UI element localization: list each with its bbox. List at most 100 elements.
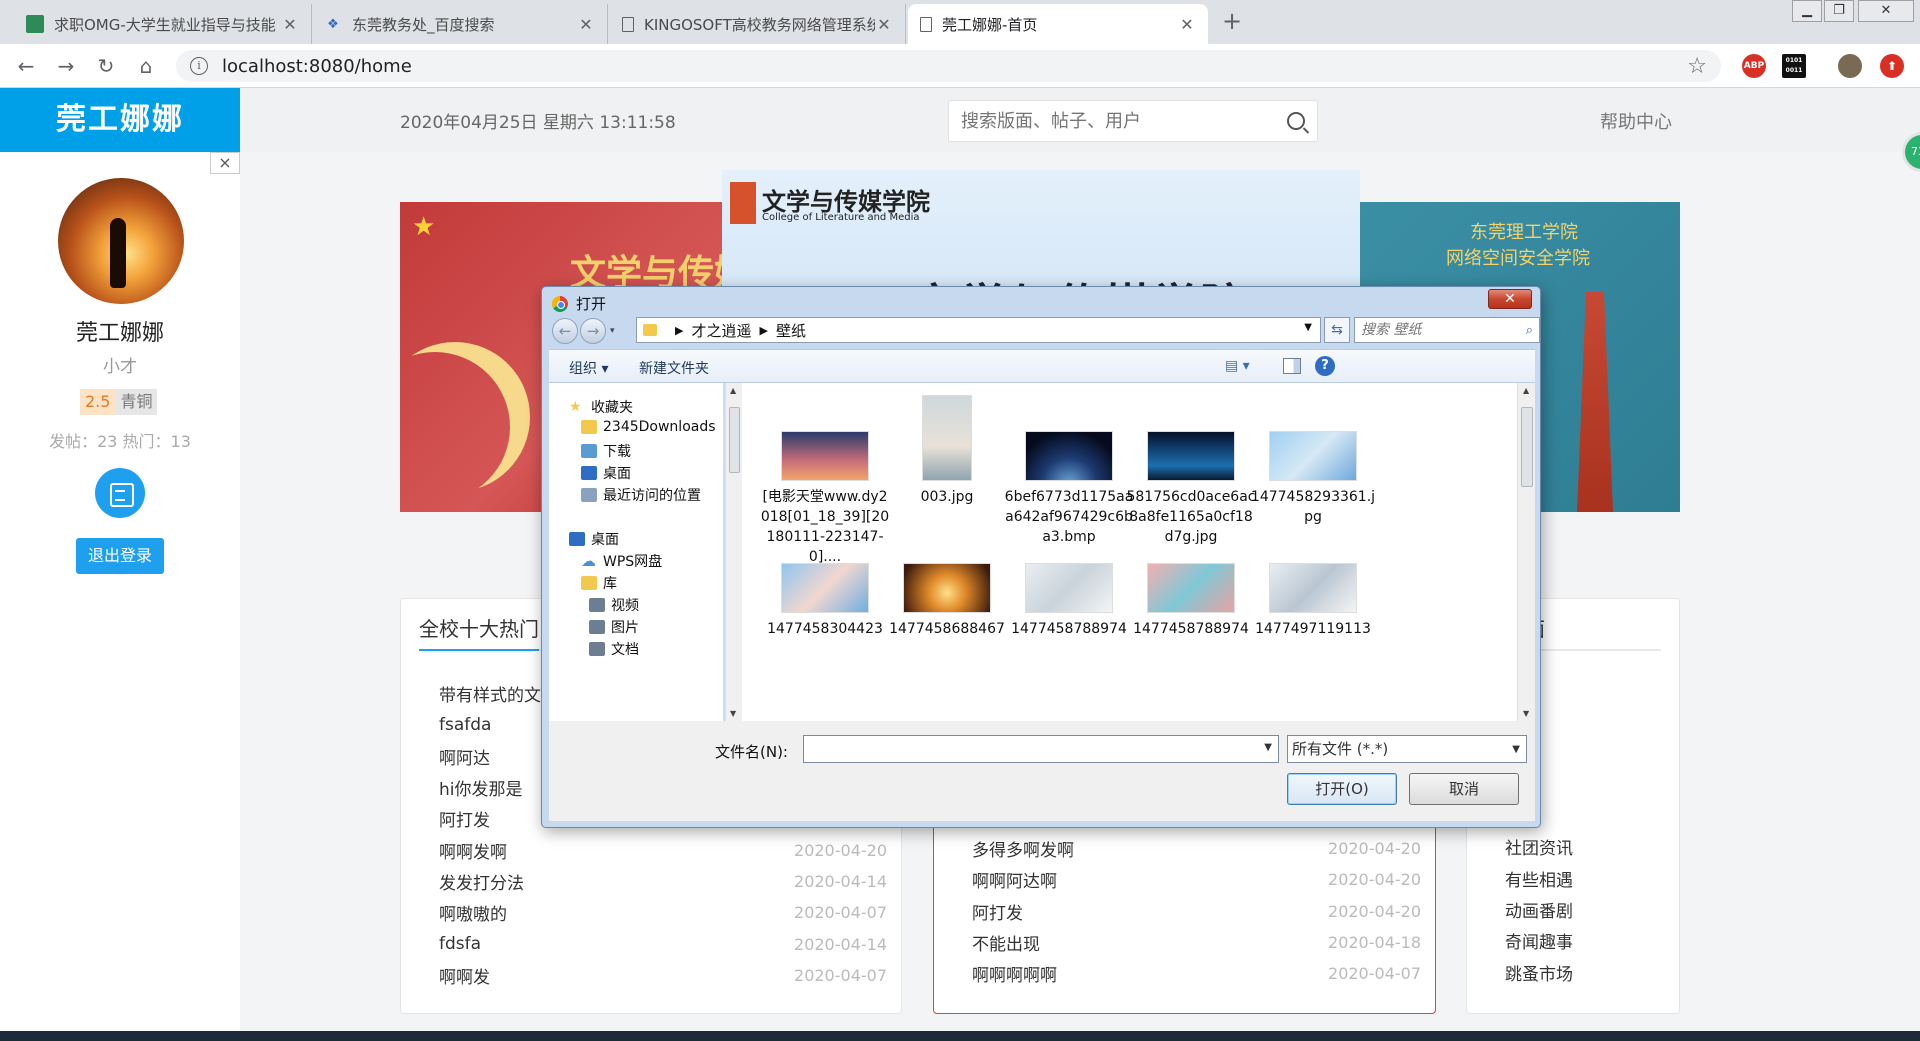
list-item-title[interactable]: 啊啊阿达啊 (972, 867, 1057, 892)
file-name[interactable]: 1477458688467 (882, 619, 1012, 639)
list-item[interactable]: 阿打发 2020-04-20 (972, 896, 1421, 927)
list-item-title[interactable]: 带有样式的文 (439, 681, 541, 706)
file-thumbnail[interactable] (922, 395, 972, 481)
list-item[interactable]: 啊啊啊啊啊 2020-04-07 (972, 958, 1421, 989)
list-item-title[interactable]: fsafda (439, 715, 491, 735)
file-item[interactable]: 003.jpg (882, 395, 1012, 507)
nav-item[interactable]: 最近访问的位置 (581, 485, 701, 505)
file-item[interactable]: 581756cd0ace6ac8a8fe1165a0cf18d7g.jpg (1126, 431, 1256, 547)
list-item-title[interactable]: fdsfa (439, 934, 481, 954)
list-item-title[interactable]: 啊啊发啊 (439, 838, 507, 863)
list-item[interactable]: fdsfa 2020-04-14 (439, 928, 887, 959)
url-text[interactable]: localhost:8080/home (222, 56, 1687, 77)
update-icon[interactable]: ⬆ (1880, 54, 1904, 78)
close-icon[interactable]: ✕ (1178, 15, 1196, 34)
search-icon[interactable] (1287, 112, 1305, 130)
history-dropdown-icon[interactable]: ▾ (610, 326, 615, 336)
filename-field[interactable]: ▼ (803, 735, 1279, 763)
close-icon[interactable]: ✕ (875, 15, 893, 34)
list-item[interactable]: 不能出现 2020-04-18 (972, 927, 1421, 958)
profile-close-button[interactable]: × (210, 152, 240, 174)
list-item-title[interactable]: 发发打分法 (439, 869, 524, 894)
file-thumbnail[interactable] (781, 431, 869, 481)
close-icon[interactable]: ✕ (577, 15, 595, 34)
back-icon[interactable]: ← (552, 318, 578, 344)
preview-pane-icon[interactable] (1283, 358, 1301, 374)
file-name[interactable]: 1477458788974 (1126, 619, 1256, 639)
breadcrumb-segment[interactable]: 壁纸 (776, 320, 806, 341)
filetype-select[interactable]: 所有文件 (*.*) ▼ (1287, 735, 1527, 763)
file-scrollbar[interactable]: ▲ ▼ (1517, 383, 1535, 721)
list-item-title[interactable]: 多得多啊发啊 (972, 836, 1074, 861)
chevron-down-icon[interactable]: ▼ (1304, 322, 1312, 333)
file-thumbnail[interactable] (781, 563, 869, 613)
file-thumbnail[interactable] (1025, 563, 1113, 613)
nav-item[interactable]: 图片 (589, 617, 639, 637)
list-item-title[interactable]: 啊啊啊啊啊 (972, 961, 1057, 986)
file-thumbnail[interactable] (903, 563, 991, 613)
file-name[interactable]: 1477458304423 (760, 619, 890, 639)
forward-icon[interactable]: → (580, 318, 606, 344)
section-link[interactable]: 奇闻趣事 (1505, 928, 1665, 959)
back-icon[interactable]: ← (12, 52, 40, 80)
nav-item[interactable]: ★ 收藏夹 (569, 397, 633, 417)
list-item-title[interactable]: 啊阿达 (439, 744, 490, 769)
list-item[interactable]: 多得多啊发啊 2020-04-20 (972, 833, 1421, 864)
file-thumbnail[interactable] (1269, 431, 1357, 481)
minimize-button[interactable]: ▁ (1792, 0, 1822, 22)
breadcrumb-segment[interactable]: 才之逍遥 (691, 320, 751, 341)
nav-item[interactable]: 2345Downloads (581, 419, 716, 435)
section-link[interactable]: 社团资讯 (1505, 834, 1665, 865)
forward-icon[interactable]: → (52, 52, 80, 80)
dialog-close-button[interactable]: ✕ (1488, 289, 1532, 309)
open-button[interactable]: 打开(O) (1287, 773, 1397, 805)
chevron-down-icon[interactable]: ▼ (1512, 737, 1520, 763)
list-item[interactable]: 啊啊发 2020-04-07 (439, 960, 887, 991)
nav-item[interactable]: 桌面 (581, 463, 631, 483)
search-icon[interactable]: ⌕ (1526, 323, 1533, 338)
nav-item[interactable]: 视频 (589, 595, 639, 615)
home-icon[interactable]: ⌂ (132, 52, 160, 80)
help-icon[interactable]: ? (1315, 356, 1335, 376)
tab-qiuzhi[interactable]: 求职OMG-大学生就业指导与技能 ✕ (14, 4, 312, 44)
file-item[interactable]: [电影天堂www.dy2018[01_18_39][20180111-22314… (760, 431, 890, 567)
adblock-extension-icon[interactable]: ABP (1742, 54, 1766, 78)
close-icon[interactable]: ✕ (281, 15, 299, 34)
view-options-icon[interactable]: ▤ ▾ (1225, 358, 1250, 374)
section-link[interactable]: 跳蚤市场 (1505, 960, 1665, 991)
list-item-title[interactable]: 阿打发 (972, 899, 1023, 924)
list-item-title[interactable]: hi你发那是 (439, 775, 523, 800)
dialog-search[interactable]: ⌕ (1354, 317, 1540, 343)
nav-item[interactable]: 库 (581, 573, 617, 593)
maximize-button[interactable]: ❐ (1824, 0, 1854, 22)
filename-input[interactable] (804, 736, 1244, 762)
site-logo[interactable]: 莞工娜娜 (0, 88, 240, 152)
list-item[interactable]: 发发打分法 2020-04-14 (439, 866, 887, 897)
bookmark-star-icon[interactable]: ☆ (1687, 54, 1707, 79)
file-item[interactable]: 1477458293361.jpg (1248, 431, 1378, 527)
omnibox[interactable]: i localhost:8080/home ☆ (176, 50, 1721, 82)
list-item[interactable]: 啊嗷嗷的 2020-04-07 (439, 897, 887, 928)
search-input[interactable] (961, 110, 1287, 132)
file-thumbnail[interactable] (1147, 431, 1235, 481)
file-name[interactable]: 003.jpg (882, 487, 1012, 507)
file-thumbnail[interactable] (1147, 563, 1235, 613)
avatar[interactable] (58, 178, 184, 304)
new-tab-button[interactable]: + (1218, 8, 1246, 36)
cancel-button[interactable]: 取消 (1409, 773, 1519, 805)
list-item[interactable]: 啊啊发啊 2020-04-20 (439, 834, 887, 865)
path-breadcrumb[interactable]: ▶ 才之逍遥 ▶ 壁纸 ▼ (636, 317, 1321, 343)
info-icon[interactable]: i (190, 57, 208, 75)
organize-menu[interactable]: 组织 ▾ (569, 358, 608, 378)
file-name[interactable]: 6bef6773d1175aaa642af967429c6ba3.bmp (1004, 487, 1134, 547)
list-item-title[interactable]: 不能出现 (972, 930, 1040, 955)
tab-baidu[interactable]: ❖ 东莞教务处_百度搜索 ✕ (312, 4, 608, 44)
nav-scrollbar[interactable]: ▲ ▼ (725, 383, 742, 721)
reload-icon[interactable]: ↻ (92, 52, 120, 80)
section-link[interactable]: 动画番剧 (1505, 897, 1665, 928)
nav-item[interactable]: 桌面 (569, 529, 619, 549)
window-close-button[interactable]: ✕ (1858, 0, 1914, 22)
file-item[interactable]: 6bef6773d1175aaa642af967429c6ba3.bmp (1004, 431, 1134, 547)
binary-extension-icon[interactable]: 0101 0011 (1782, 54, 1806, 78)
list-item-title[interactable]: 阿打发 (439, 806, 490, 831)
